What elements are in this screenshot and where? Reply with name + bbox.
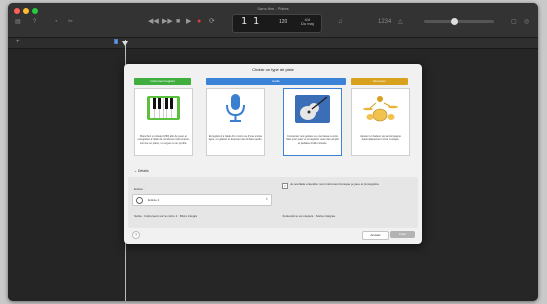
piano-keyboard-icon (147, 96, 180, 120)
monitor-checkbox[interactable]: ✓ (282, 183, 288, 189)
card-drummer[interactable] (351, 88, 410, 156)
lcd-position: 1 1 (241, 16, 260, 27)
window-title: Sans titre - Pistes (257, 6, 289, 11)
toolbar: Sans titre - Pistes ▤ ? ◔ ✂ ◀◀ ▶▶ ■ ▶ ● … (8, 3, 538, 38)
cycle-icon[interactable]: ⟳ (209, 16, 215, 28)
tracks-area (8, 49, 120, 301)
input-source-icon (136, 197, 143, 204)
tab-drummer[interactable]: Drummer (351, 78, 408, 85)
tab-software-instrument[interactable]: Instrument logiciel (134, 78, 191, 85)
create-button[interactable]: Créer (390, 231, 415, 238)
output-info: Sortie : Instrument sur le micro 1 : Mic… (134, 214, 198, 218)
microphone-icon (226, 94, 245, 122)
playhead-handle[interactable] (122, 41, 128, 46)
chevron-updown-icon: ⇕ (265, 197, 268, 201)
lcd-signature: 4/4 Do maj (301, 18, 314, 26)
loop-browser-icon[interactable]: ◎ (524, 18, 529, 26)
master-volume-knob[interactable] (451, 18, 458, 25)
help-icon[interactable]: ? (33, 18, 36, 26)
rewind-icon[interactable]: ◀◀ (148, 16, 159, 28)
notepad-icon[interactable]: ▢ (511, 18, 517, 26)
lcd-display[interactable]: 1 1 120 4/4 Do maj (232, 14, 322, 33)
card-microphone[interactable] (206, 88, 265, 156)
tab-audio[interactable]: Audio (206, 78, 346, 85)
tuner-icon[interactable]: ♫ (338, 18, 343, 26)
library-icon[interactable]: ▤ (15, 18, 21, 26)
drummer-icon (363, 96, 398, 122)
dialog-title: Choisir un type de piste (252, 67, 294, 72)
card-description-drummer: Ajoutez un batteur qui accompagne automa… (360, 135, 401, 142)
master-volume-slider[interactable] (424, 18, 494, 25)
input-value: Entrée 1 (148, 198, 160, 202)
lcd-key: Do maj (301, 21, 314, 26)
stop-icon[interactable]: ■ (176, 16, 180, 28)
record-icon[interactable]: ● (197, 16, 201, 28)
details-disclosure[interactable]: ⌄ Détails (134, 169, 149, 173)
cancel-button[interactable]: Annuler (362, 231, 389, 240)
card-software-instrument[interactable] (134, 88, 193, 156)
monitor-source-info: J'entends le son depuis : Sortie intégré… (282, 214, 336, 218)
metronome-icon[interactable]: △ (398, 18, 403, 26)
new-track-dialog: Choisir un type de piste Instrument logi… (124, 64, 422, 244)
card-guitar-bass[interactable] (283, 88, 342, 156)
track-header-bar: + (8, 38, 120, 49)
add-track-icon[interactable]: + (16, 39, 20, 45)
input-label: Entrée : (134, 187, 145, 191)
ruler-bar-number: 1 (114, 39, 119, 44)
card-description-microphone: Enregistrez à l'aide d'un micro ou d'une… (208, 135, 263, 142)
monitor-label: Je souhaite entendre mon instrument lors… (290, 182, 380, 186)
smart-controls-icon[interactable]: ◔ (54, 18, 58, 26)
card-description-guitar: Connectez une guitare ou une basse à vot… (286, 135, 339, 145)
help-button[interactable]: ? (132, 231, 140, 239)
lcd-tempo: 120 (279, 19, 288, 25)
input-select[interactable]: Entrée 1 ⇕ (132, 194, 272, 206)
card-description-software-instrument: Branchez un clavier MIDI afin de jouer e… (137, 135, 190, 145)
editor-icon[interactable]: ✂ (68, 18, 73, 26)
forward-icon[interactable]: ▶▶ (162, 16, 173, 28)
count-in-icon[interactable]: 1234 (378, 18, 391, 26)
timeline-ruler[interactable]: 1 (114, 38, 538, 49)
details-label: Détails (137, 169, 149, 173)
guitar-icon (295, 95, 330, 123)
play-icon[interactable]: ▶ (186, 16, 191, 28)
